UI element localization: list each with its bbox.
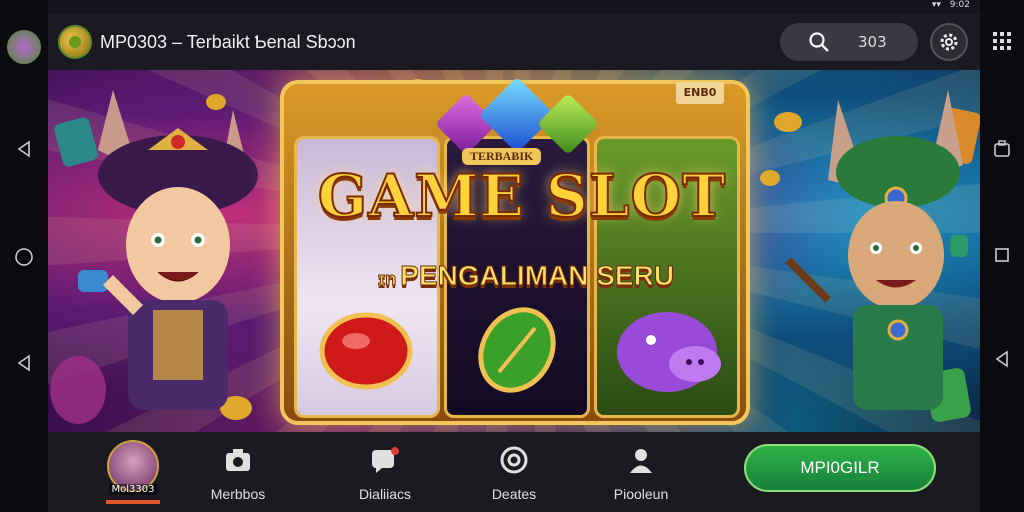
active-indicator (106, 500, 160, 504)
green-leaf-symbol-icon (478, 307, 556, 393)
app-icon[interactable] (7, 30, 41, 64)
status-bar: ▾▾ 9:02 (48, 0, 980, 10)
back-icon-right[interactable] (991, 348, 1013, 370)
avatar-label: Mol3303 (108, 484, 158, 495)
cta-button[interactable]: MPI0GILR (744, 444, 936, 492)
banner-subheadline: ɪn PENGALIMAN SERU (336, 260, 716, 292)
nav-label: Merbbos (210, 486, 266, 502)
left-character (78, 90, 258, 410)
status-time: 9:02 (949, 0, 970, 10)
banner-headline: GAME SLOT (317, 161, 727, 231)
target-icon (498, 444, 530, 476)
gear-icon (940, 33, 958, 51)
nav-item-deates[interactable]: Deates (469, 438, 559, 504)
home-icon[interactable] (13, 246, 35, 268)
page-title: MP0303 – Terbaikt Ƅenal Sbɔɔn (100, 31, 356, 52)
nav-label: Piooleun (613, 486, 669, 502)
app-window: ▾▾ 9:02 MP0303 – Terbaikt Ƅenal Sbɔɔn 30… (48, 0, 980, 512)
apps-grid-icon[interactable] (991, 30, 1013, 52)
right-nav-rail (980, 0, 1024, 512)
banner-sub-prefix: ɪn (377, 269, 397, 290)
back-icon[interactable] (13, 138, 35, 160)
bottom-nav: Mol3303 Merbbos Dialiiacs Deates Piooleu… (48, 432, 980, 512)
red-gem-symbol-icon (319, 312, 413, 390)
wifi-icon: ▾▾ (931, 0, 941, 10)
purple-creature-symbol-icon (617, 312, 721, 392)
promo-banner[interactable]: ENB0 TERBAɃIK GAME SLOT ɪn PENGALIMAN SER… (48, 70, 980, 432)
nav-profile[interactable]: Mol3303 (88, 438, 178, 504)
recents-icon[interactable] (991, 244, 1013, 266)
right-character (785, 90, 968, 410)
back-icon-2[interactable] (13, 352, 35, 374)
screenshot-icon[interactable] (991, 138, 1013, 160)
nav-item-dialiiacs[interactable]: Dialiiacs (340, 438, 430, 504)
search-bar[interactable]: 303 (780, 23, 918, 61)
banner-sub-text: PENGALIMAN SERU (400, 260, 675, 292)
left-nav-rail (0, 0, 48, 512)
app-logo[interactable] (58, 25, 92, 59)
search-input[interactable]: 303 (858, 33, 887, 51)
corner-tag: ENB0 (676, 82, 724, 104)
slot-machine: ENB0 TERBAɃIK GAME SLOT ɪn PENGALIMAN SER… (280, 76, 750, 425)
nav-label: Deates (491, 486, 537, 502)
nav-item-merbbos[interactable]: Merbbos (193, 438, 283, 504)
nav-label: Dialiiacs (358, 486, 412, 502)
chat-icon (369, 444, 401, 476)
settings-button[interactable] (930, 23, 968, 61)
camera-icon (222, 444, 254, 476)
search-icon (809, 32, 829, 52)
nav-item-piooleun[interactable]: Piooleun (596, 438, 686, 504)
person-icon (625, 444, 657, 476)
top-bar: MP0303 – Terbaikt Ƅenal Sbɔɔn 303 (48, 14, 980, 70)
